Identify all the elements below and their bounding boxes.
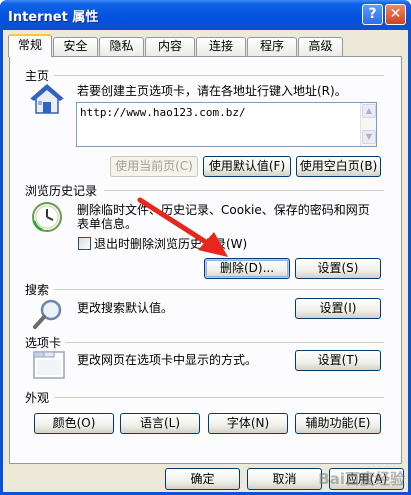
history-section-title: 浏览历史记录 (25, 184, 98, 198)
tab-general[interactable]: 常规 (8, 34, 52, 57)
tabs-section-divider (65, 342, 384, 343)
search-section-title: 搜索 (25, 283, 50, 297)
history-description-line1: 删除临时文件、历史记录、Cookie、保存的密码和网页 (77, 203, 370, 217)
history-section-divider (104, 190, 384, 191)
appearance-section-divider (54, 397, 384, 398)
tab-privacy[interactable]: 隐私 (99, 37, 144, 56)
home-url-value: http://www.hao123.com.bz/ (80, 106, 246, 119)
home-section-divider (54, 75, 384, 76)
use-current-button[interactable]: 使用当前页(C) (110, 156, 198, 177)
tab-advanced[interactable]: 高级 (298, 37, 343, 56)
use-blank-button[interactable]: 使用空白页(B) (296, 156, 381, 177)
home-description: 若要创建主页选项卡，请在各地址行键入地址(R)。 (77, 84, 347, 98)
title-bar[interactable]: Internet 属性 ? ✕ (0, 0, 411, 30)
history-description-line2: 表单信息。 (77, 217, 138, 231)
home-section-title: 主页 (25, 69, 50, 83)
tabs-window-icon (33, 351, 65, 379)
magnifier-icon (33, 299, 62, 329)
window-title: Internet 属性 (8, 10, 99, 25)
cancel-button[interactable]: 取消 (247, 468, 322, 490)
close-button[interactable]: ✕ (385, 4, 406, 25)
appearance-section-title: 外观 (25, 391, 50, 405)
home-icon (30, 84, 64, 114)
home-url-scrollbar[interactable]: ▲ ▼ (360, 103, 376, 146)
help-button[interactable]: ? (362, 4, 383, 25)
watermark: Bai百度经验 (318, 470, 405, 488)
search-description: 更改搜索默认值。 (77, 301, 174, 315)
colors-button[interactable]: 颜色(O) (34, 413, 114, 434)
tab-security[interactable]: 安全 (53, 37, 98, 56)
scroll-down-icon[interactable]: ▼ (362, 130, 376, 144)
scroll-up-icon[interactable]: ▲ (362, 104, 376, 118)
delete-on-exit-checkbox[interactable] (78, 237, 91, 250)
search-settings-button[interactable]: 设置(I) (295, 298, 381, 319)
delete-history-button[interactable]: 删除(D)... (204, 258, 290, 279)
ok-button[interactable]: 确定 (165, 468, 240, 490)
delete-on-exit-label: 退出时删除浏览历史记录(W) (94, 237, 248, 251)
home-url-textarea[interactable]: http://www.hao123.com.bz/ ▲ ▼ (76, 102, 377, 147)
fonts-button[interactable]: 字体(N) (208, 413, 288, 434)
languages-button[interactable]: 语言(L) (120, 413, 200, 434)
tab-connections[interactable]: 连接 (196, 37, 246, 56)
tabs-settings-button[interactable]: 设置(T) (295, 350, 381, 371)
accessibility-button[interactable]: 辅助功能(E) (295, 413, 381, 434)
use-default-button[interactable]: 使用默认值(F) (203, 156, 291, 177)
search-section-divider (54, 289, 384, 290)
tab-content[interactable]: 内容 (145, 37, 195, 56)
tabs-description: 更改网页在选项卡中显示的方式。 (77, 353, 258, 367)
history-clock-icon (32, 202, 62, 232)
history-settings-button[interactable]: 设置(S) (295, 258, 381, 279)
tab-programs[interactable]: 程序 (247, 37, 297, 56)
